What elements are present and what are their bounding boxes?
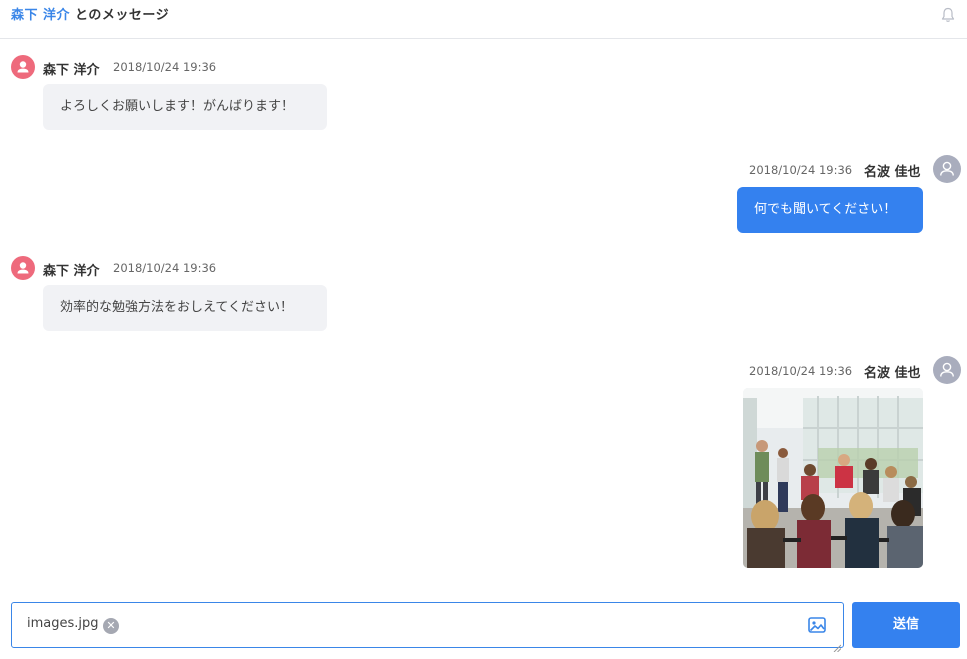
- message-bubble: 効率的な勉強方法をおしえてください！: [43, 285, 327, 331]
- user-avatar: [933, 356, 961, 384]
- chat-header: 森下 洋介 とのメッセージ: [0, 0, 967, 39]
- message-bubble: よろしくお願いします！がんばります！: [43, 84, 327, 130]
- attachment-filename: images.jpg: [27, 616, 99, 631]
- user-icon: [940, 161, 954, 176]
- user-avatar: [11, 256, 35, 280]
- message-time: 2018/10/24 19:36: [113, 60, 217, 74]
- message-input[interactable]: images.jpg ✕: [11, 602, 844, 653]
- partner-name[interactable]: 森下 洋介: [11, 8, 70, 23]
- resize-handle[interactable]: [833, 637, 842, 653]
- page-title: 森下 洋介 とのメッセージ: [11, 4, 169, 23]
- user-avatar: [933, 155, 961, 183]
- bell-icon[interactable]: [939, 6, 957, 24]
- user-icon: [940, 362, 954, 377]
- close-icon[interactable]: ✕: [103, 618, 119, 634]
- message-time: 2018/10/24 19:36: [113, 261, 217, 275]
- attached-photo[interactable]: [743, 388, 923, 568]
- message-time: 2018/10/24 19:36: [749, 364, 853, 378]
- message-sender: 名波 佳也: [864, 165, 921, 180]
- message-time: 2018/10/24 19:36: [749, 163, 853, 177]
- message-sender: 森下 洋介: [43, 264, 100, 279]
- user-avatar: [11, 55, 35, 79]
- user-icon: [17, 61, 29, 73]
- image-icon[interactable]: [807, 615, 827, 635]
- message-sender: 名波 佳也: [864, 366, 921, 381]
- user-icon: [17, 262, 29, 274]
- message-bubble: 何でも聞いてください！: [737, 187, 923, 233]
- message-sender: 森下 洋介: [43, 63, 100, 78]
- send-button[interactable]: 送信: [852, 602, 960, 648]
- title-suffix: とのメッセージ: [70, 8, 170, 23]
